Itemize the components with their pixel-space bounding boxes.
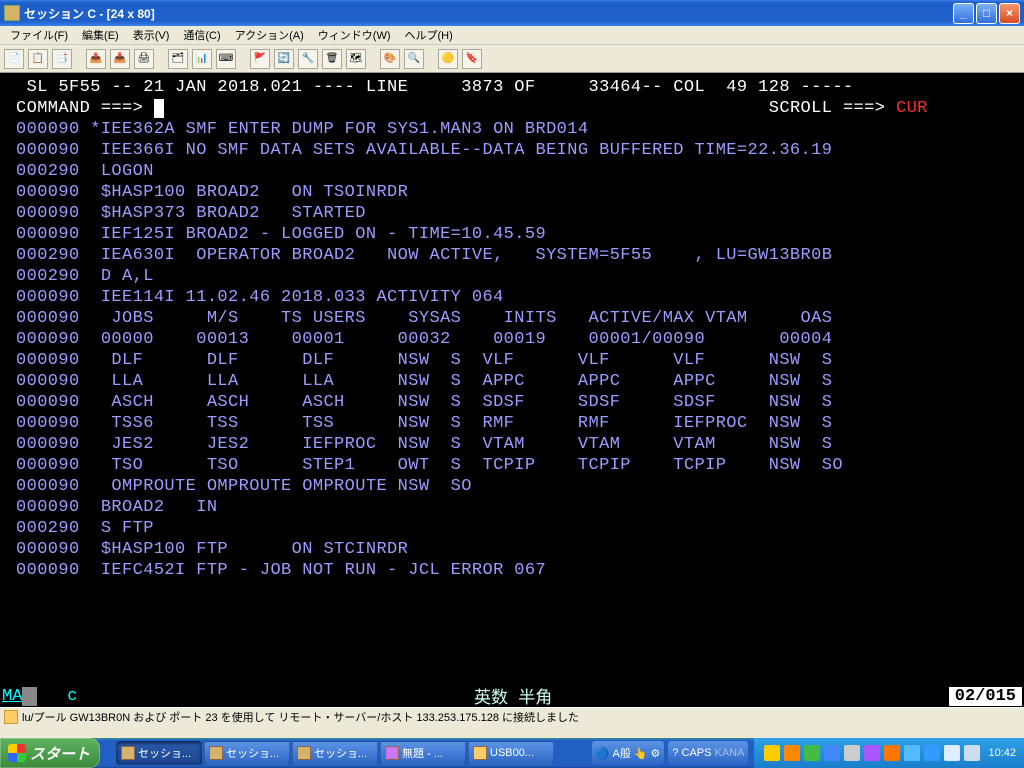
taskbar-button-label: セッショ... [138,745,191,761]
toolbar-button-7[interactable]: 📊 [192,49,212,69]
taskbar-button-3[interactable]: 無題 - ... [380,741,466,765]
titlebar[interactable]: セッション C - [24 x 80] _ □ × [0,0,1024,26]
window-title: セッション C - [24 x 80] [24,5,953,22]
toolbar-button-15[interactable]: 🔍 [404,49,424,69]
taskbar-button-icon [385,746,399,760]
connection-statusbar: lu/プール GW13BR0N および ポート 23 を使用して リモート・サー… [0,707,1024,725]
close-button[interactable]: × [999,3,1020,24]
toolbar-button-9[interactable]: 🚩 [250,49,270,69]
menu-edit[interactable]: 編集(E) [76,25,125,45]
toolbar-button-0[interactable]: 📄 [4,49,24,69]
toolbar-button-12[interactable]: 🗑 [322,49,342,69]
taskbar-button-label: USB00... [490,747,534,759]
osia-center: 英数 半角 [77,683,948,709]
menu-window[interactable]: ウィンドウ(W) [312,25,397,45]
osia-left: MA c [0,687,77,706]
toolbar-button-6[interactable]: 🗂 [168,49,188,69]
maximize-button[interactable]: □ [976,3,997,24]
menu-view[interactable]: 表示(V) [127,25,176,45]
tray-icon-10[interactable] [964,745,980,761]
tray-icon-7[interactable] [904,745,920,761]
ime-kana[interactable]: KANA [715,747,745,759]
tray-icon-8[interactable] [924,745,940,761]
tray-icon-9[interactable] [944,745,960,761]
ime-mode[interactable]: A般 [612,745,630,761]
taskbar-button-label: セッショ... [314,745,367,761]
ime-caps[interactable]: CAPS [682,747,712,759]
toolbar-button-1[interactable]: 📋 [28,49,48,69]
terminal-3270[interactable]: SL 5F55 -- 21 JAN 2018.021 ---- LINE 387… [0,73,1024,685]
start-button[interactable]: スタート [0,738,100,768]
toolbar-button-17[interactable]: 🔖 [462,49,482,69]
toolbar-button-13[interactable]: 🗺 [346,49,366,69]
tray-icon-4[interactable] [844,745,860,761]
tray-icon-5[interactable] [864,745,880,761]
app-icon [4,5,20,21]
ime-help-icon[interactable]: ? [672,747,678,759]
taskbar-button-icon [121,746,135,760]
toolbar-button-2[interactable]: 📑 [52,49,72,69]
start-label: スタート [30,743,90,764]
taskbar-button-icon [473,746,487,760]
menu-file[interactable]: ファイル(F) [4,25,74,45]
taskbar-button-label: セッショ... [226,745,279,761]
tray-icon-2[interactable] [804,745,820,761]
tray-icon-1[interactable] [784,745,800,761]
toolbar-button-14[interactable]: 🎨 [380,49,400,69]
minimize-button[interactable]: _ [953,3,974,24]
toolbar: 📄📋📑 📤📥🖨 🗂📊⌨ 🚩🔄🔧🗑🗺 🎨🔍 🟡🔖 [0,45,1024,73]
toolbar-button-3[interactable]: 📤 [86,49,106,69]
ime-globe-icon[interactable]: 🔵 [596,747,610,760]
system-tray: 10:42 [754,738,1024,768]
window-controls: _ □ × [953,3,1020,24]
taskbar-button-icon [297,746,311,760]
menubar: ファイル(F) 編集(E) 表示(V) 通信(C) アクション(A) ウィンドウ… [0,26,1024,45]
taskbar-button-4[interactable]: USB00... [468,741,554,765]
tray-icon-3[interactable] [824,745,840,761]
osia-mark [22,687,36,706]
taskbar-button-2[interactable]: セッショ... [292,741,378,765]
tray-icon-0[interactable] [764,745,780,761]
taskbar-button-0[interactable]: セッショ... [116,741,202,765]
application-window: セッション C - [24 x 80] _ □ × ファイル(F) 編集(E) … [0,0,1024,738]
ime-language-bar[interactable]: 🔵A般 👆⚙ ? CAPSKANA [592,741,749,765]
window-bottom-strip [0,725,1024,738]
toolbar-button-11[interactable]: 🔧 [298,49,318,69]
toolbar-button-4[interactable]: 📥 [110,49,130,69]
taskbar-buttons: セッショ... セッショ... セッショ... 無題 - ... USB00... [116,741,554,765]
windows-taskbar: スタート セッショ... セッショ... セッショ... 無題 - ... USB00.… [0,738,1024,768]
toolbar-button-8[interactable]: ⌨ [216,49,236,69]
toolbar-button-5[interactable]: 🖨 [134,49,154,69]
toolbar-button-10[interactable]: 🔄 [274,49,294,69]
taskbar-button-icon [209,746,223,760]
osia-c: c [67,687,77,706]
osia-cursor-pos: 02/015 [949,687,1022,706]
connection-icon [4,710,18,724]
connection-text: lu/プール GW13BR0N および ポート 23 を使用して リモート・サー… [22,709,579,725]
menu-comm[interactable]: 通信(C) [177,25,226,45]
ime-tool-icon[interactable]: ⚙ [651,747,661,760]
toolbar-button-16[interactable]: 🟡 [438,49,458,69]
taskbar-button-1[interactable]: セッショ... [204,741,290,765]
tray-icon-6[interactable] [884,745,900,761]
ime-hand-icon[interactable]: 👆 [634,747,648,760]
menu-help[interactable]: ヘルプ(H) [399,25,459,45]
operator-status-row: MA c 英数 半角 02/015 [0,685,1024,707]
menu-action[interactable]: アクション(A) [229,25,310,45]
tray-clock[interactable]: 10:42 [988,747,1016,759]
osia-ma: MA [2,687,22,706]
windows-flag-icon [8,744,26,762]
taskbar-button-label: 無題 - ... [402,745,443,761]
